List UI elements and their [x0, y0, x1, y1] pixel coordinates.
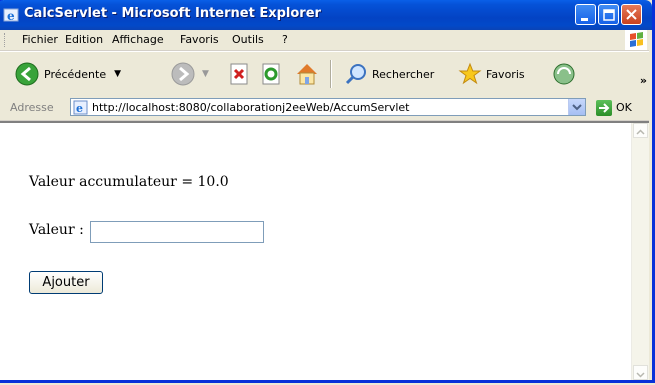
- add-button[interactable]: Ajouter: [29, 271, 103, 294]
- address-dropdown-icon[interactable]: [568, 99, 585, 115]
- menu-favoris[interactable]: Favoris: [180, 33, 219, 46]
- search-button[interactable]: Rechercher: [344, 52, 434, 96]
- menu-affichage[interactable]: Affichage: [112, 33, 164, 46]
- page-content: Valeur accumulateur = 10.0 Valeur : Ajou…: [0, 121, 649, 380]
- toolbar-separator: [330, 60, 332, 88]
- minimize-button[interactable]: [575, 4, 596, 25]
- go-label[interactable]: OK: [616, 101, 632, 114]
- search-icon: [345, 64, 366, 85]
- home-icon: [297, 64, 317, 85]
- menu-fichier[interactable]: Fichier: [22, 33, 58, 46]
- address-url: http://localhost:8080/collaborationj2eeW…: [92, 101, 410, 114]
- refresh-icon: [262, 63, 280, 85]
- search-label: Rechercher: [372, 67, 435, 81]
- forward-button[interactable]: ▼: [170, 52, 209, 96]
- menu-help[interactable]: ?: [282, 33, 288, 46]
- back-label: Précédente: [44, 67, 107, 81]
- scroll-up-icon[interactable]: [633, 123, 648, 138]
- address-bar: Adresse e http://localhost:8080/collabor…: [0, 96, 649, 121]
- ie-logo-icon: e: [3, 8, 19, 23]
- favorites-star-icon: [458, 62, 482, 85]
- scroll-down-icon[interactable]: [633, 365, 648, 380]
- menubar-grip[interactable]: [4, 33, 7, 47]
- stop-icon: [230, 63, 248, 85]
- home-button[interactable]: [294, 52, 320, 96]
- toolbar-overflow-icon[interactable]: »: [640, 74, 647, 87]
- menu-edition[interactable]: Edition: [65, 33, 103, 46]
- go-button[interactable]: [596, 100, 612, 116]
- forward-arrow-icon: [171, 62, 195, 86]
- refresh-button[interactable]: [260, 52, 282, 96]
- accumulator-text: Valeur accumulateur = 10.0: [29, 174, 229, 190]
- window-title: CalcServlet - Microsoft Internet Explore…: [24, 6, 321, 21]
- back-button[interactable]: Précédente ▼: [14, 52, 121, 96]
- vertical-scrollbar[interactable]: [631, 123, 649, 380]
- address-label: Adresse: [10, 101, 54, 114]
- back-dropdown-icon[interactable]: ▼: [114, 69, 121, 79]
- title-bar[interactable]: e CalcServlet - Microsoft Internet Explo…: [0, 0, 652, 30]
- stop-button[interactable]: [228, 52, 250, 96]
- media-button[interactable]: [552, 52, 576, 96]
- value-label: Valeur :: [29, 222, 84, 238]
- media-icon: [553, 63, 575, 85]
- svg-text:e: e: [7, 9, 15, 23]
- favorites-button[interactable]: Favoris: [458, 52, 525, 96]
- page-icon: e: [73, 100, 88, 115]
- forward-dropdown-icon[interactable]: ▼: [202, 69, 209, 79]
- back-arrow-icon: [15, 62, 39, 86]
- address-input[interactable]: e http://localhost:8080/collaborationj2e…: [70, 98, 586, 116]
- toolbar: Précédente ▼ ▼ Rechercher Favoris »: [0, 51, 649, 97]
- menu-bar: Fichier Edition Affichage Favoris Outils…: [0, 30, 649, 51]
- close-button[interactable]: [621, 4, 642, 25]
- value-input[interactable]: [90, 221, 264, 243]
- favorites-label: Favoris: [486, 67, 525, 81]
- maximize-button[interactable]: [598, 4, 619, 25]
- windows-logo-icon: [625, 30, 647, 50]
- svg-text:e: e: [76, 102, 83, 115]
- menu-outils[interactable]: Outils: [232, 33, 264, 46]
